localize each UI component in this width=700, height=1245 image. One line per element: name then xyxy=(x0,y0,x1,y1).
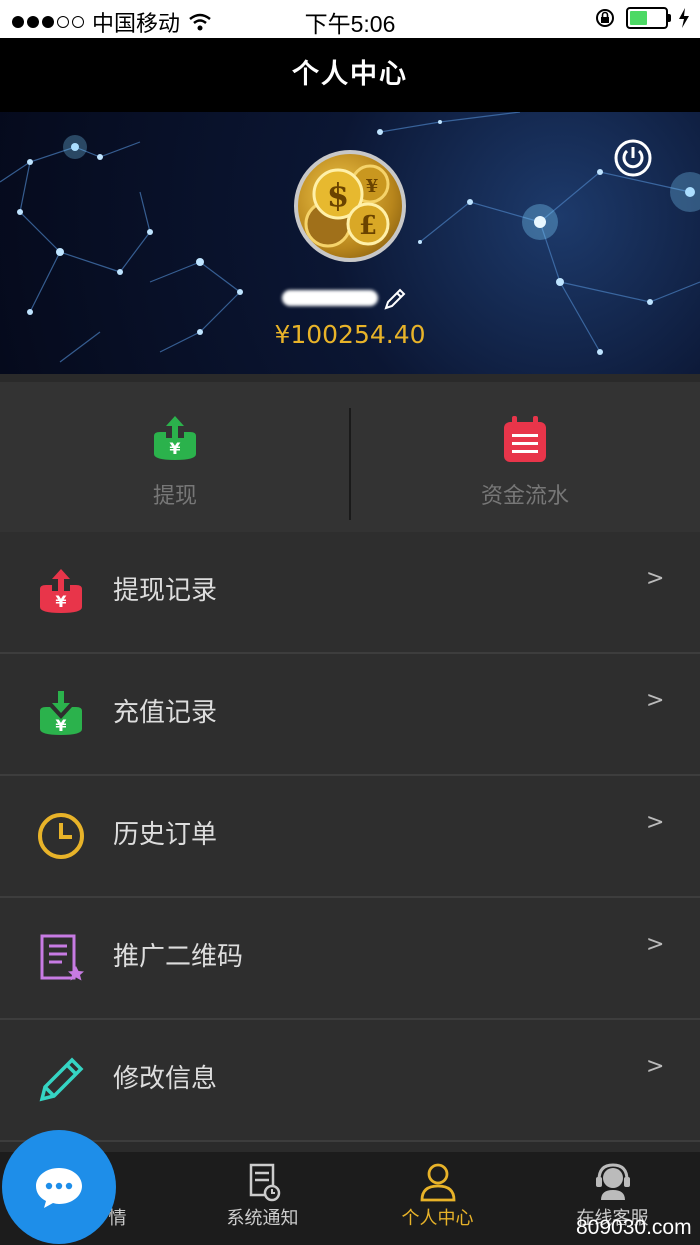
fund-flow-label: 资金流水 xyxy=(480,484,569,509)
chat-fab-button[interactable] xyxy=(2,1130,116,1244)
user-icon xyxy=(420,1163,456,1202)
menu-label: 推广二维码 xyxy=(113,942,244,972)
menu-item-promo-qrcode[interactable]: 推广二维码 > xyxy=(0,898,700,1020)
edit-name-icon[interactable] xyxy=(382,286,408,312)
chevron-right-icon: > xyxy=(646,688,665,713)
chevron-right-icon: > xyxy=(646,810,665,835)
recharge-record-icon: ¥ xyxy=(40,691,82,735)
battery-icon xyxy=(626,7,671,29)
qrcode-document-icon xyxy=(40,934,84,981)
watermark-text: 809030.com xyxy=(576,1216,692,1239)
withdraw-label: 提现 xyxy=(152,484,197,509)
fund-flow-button[interactable]: 资金流水 xyxy=(350,382,700,532)
withdraw-record-icon: ¥ xyxy=(40,569,82,613)
menu-label: 提现记录 xyxy=(113,576,218,606)
charging-icon xyxy=(679,8,689,28)
chevron-right-icon: > xyxy=(646,1054,665,1079)
chat-bubble-icon xyxy=(36,1168,82,1208)
svg-text:¥: ¥ xyxy=(55,716,66,735)
svg-text:$: $ xyxy=(327,176,349,214)
notepad-icon xyxy=(504,416,546,462)
menu-item-edit-info[interactable]: 修改信息 > xyxy=(0,1020,700,1142)
withdraw-icon: ¥ xyxy=(154,416,196,460)
power-icon[interactable] xyxy=(613,138,653,178)
tab-system-notice[interactable]: 系统通知 xyxy=(175,1152,350,1245)
currency-gears-image: $ £ ¥ xyxy=(304,164,390,248)
status-right xyxy=(594,7,690,29)
page-title: 个人中心 xyxy=(292,59,408,90)
balance-amount: ¥100254.40 xyxy=(274,320,426,349)
profile-header: $ £ ¥ ¥100254.40 xyxy=(0,112,700,374)
rotation-lock-icon xyxy=(596,9,614,27)
chevron-right-icon: > xyxy=(646,566,665,591)
menu-item-history-orders[interactable]: 历史订单 > xyxy=(0,776,700,898)
pencil-icon xyxy=(39,1057,84,1102)
svg-text:¥: ¥ xyxy=(169,439,180,458)
svg-text:¥: ¥ xyxy=(366,176,379,197)
clock-icon xyxy=(38,813,84,859)
customer-service-icon xyxy=(596,1163,630,1200)
quick-actions: ¥ 提现 资金流水 xyxy=(0,374,700,532)
menu-item-recharge-record[interactable]: ¥ 充值记录 > xyxy=(0,654,700,776)
nav-bar: 个人中心 xyxy=(0,38,700,112)
menu-label: 充值记录 xyxy=(113,698,218,728)
avatar[interactable]: $ £ ¥ xyxy=(294,150,406,262)
svg-text:£: £ xyxy=(359,211,377,241)
menu-list: ¥ 提现记录 > ¥ 充值记录 > 历史订单 > 推广二维码 > 修改信息 > xyxy=(0,532,700,1142)
status-bar: 中国移动 下午5:06 xyxy=(0,0,700,38)
tab-label: 系统通知 xyxy=(226,1208,299,1229)
menu-item-withdraw-record[interactable]: ¥ 提现记录 > xyxy=(0,532,700,654)
svg-text:¥: ¥ xyxy=(55,592,66,611)
username-redacted xyxy=(282,290,378,306)
notice-icon xyxy=(249,1163,281,1202)
tab-personal-center[interactable]: 个人中心 xyxy=(350,1152,525,1245)
menu-label: 历史订单 xyxy=(113,820,218,850)
tab-label: 个人中心 xyxy=(401,1208,474,1229)
menu-label: 修改信息 xyxy=(113,1064,218,1094)
withdraw-button[interactable]: ¥ 提现 xyxy=(0,382,350,532)
chevron-right-icon: > xyxy=(646,932,665,957)
